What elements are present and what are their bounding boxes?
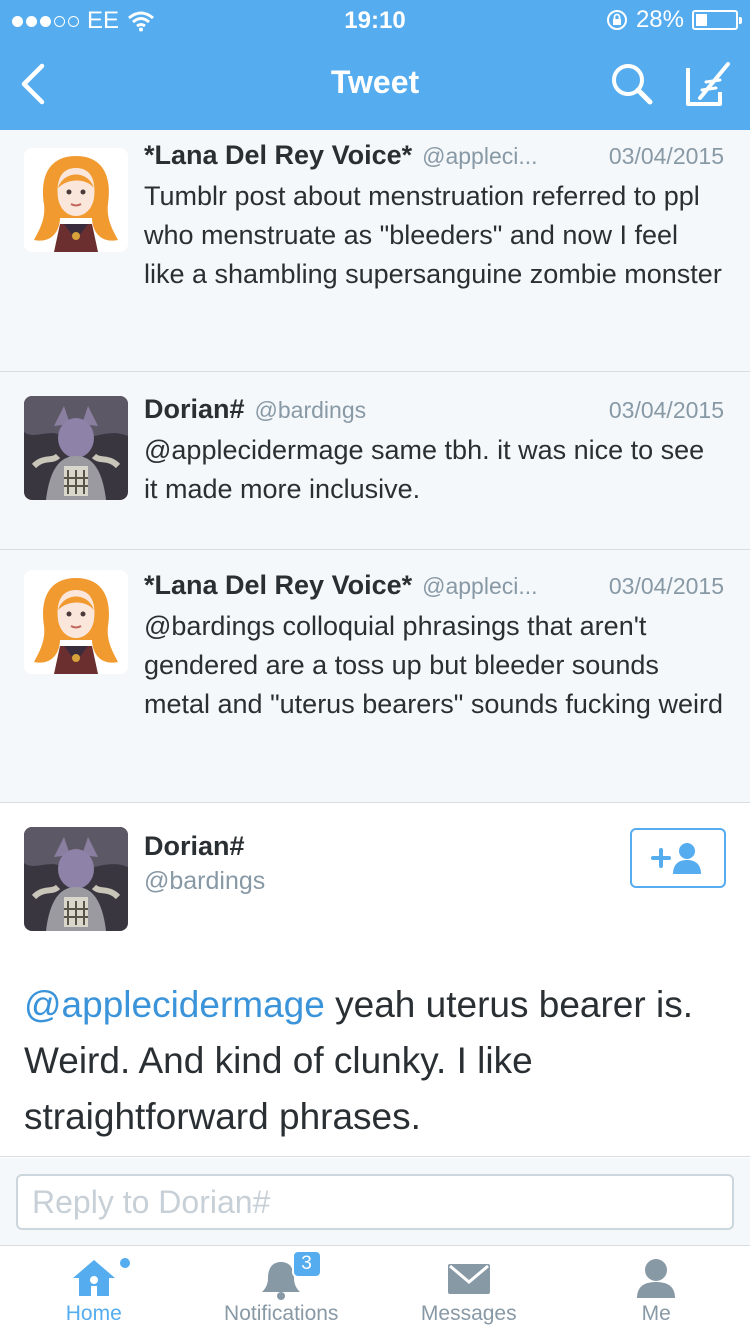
author-handle[interactable]: @appleci... [422, 573, 601, 600]
main-tweet: Dorian# @bardings @applecidermage yeah u… [0, 803, 750, 1157]
author-name[interactable]: *Lana Del Rey Voice* [144, 140, 412, 171]
tweet-date: 03/04/2015 [608, 397, 724, 423]
envelope-icon [447, 1264, 490, 1294]
avatar-image [24, 148, 128, 252]
user-icon [637, 1259, 676, 1298]
battery-fill [696, 14, 707, 26]
battery-percent: 28% [635, 6, 684, 33]
tweet-text: Tumblr post about menstruation referred … [144, 181, 722, 289]
tab-home[interactable]: Home [0, 1246, 188, 1334]
reply-input[interactable] [16, 1174, 734, 1230]
author-handle[interactable]: @bardings [255, 397, 601, 424]
orientation-lock-icon [606, 10, 627, 30]
conversation-tweet[interactable]: *Lana Del Rey Voice* @appleci... 03/04/2… [0, 550, 750, 803]
avatar[interactable] [24, 570, 128, 674]
conversation-tweet[interactable]: *Lana Del Rey Voice* @appleci... 03/04/2… [0, 130, 750, 372]
tweet-text: @applecidermage yeah uterus bearer is. W… [24, 977, 726, 1145]
avatar[interactable] [24, 827, 128, 931]
tab-label: Messages [420, 1302, 517, 1325]
battery-icon [692, 10, 742, 30]
new-content-dot [120, 1258, 130, 1268]
tweet-body: *Lana Del Rey Voice* @appleci... 03/04/2… [144, 140, 724, 294]
author-name[interactable]: Dorian# [144, 831, 245, 862]
notifications-badge: 3 [291, 1250, 322, 1278]
avatar-image [24, 396, 128, 500]
tweet-text: @applecidermage same tbh. it was nice to… [144, 435, 705, 504]
tab-label: Me [641, 1302, 671, 1325]
tweet-date: 03/04/2015 [608, 143, 724, 169]
mention-link[interactable]: @applecidermage [24, 984, 325, 1025]
author-handle[interactable]: @bardings [144, 867, 265, 896]
author-handle[interactable]: @appleci... [422, 143, 601, 170]
conversation-tweet[interactable]: Dorian# @bardings 03/04/2015 @applecider… [0, 372, 750, 550]
tweet-header: Dorian# @bardings 03/04/2015 [144, 394, 724, 428]
avatar[interactable] [24, 396, 128, 500]
author-name[interactable]: *Lana Del Rey Voice* [144, 570, 412, 601]
tweet-body: *Lana Del Rey Voice* @appleci... 03/04/2… [144, 570, 724, 724]
tab-bar: Home 3 Notifications Messages Me [0, 1246, 750, 1334]
author-name[interactable]: Dorian# [144, 394, 245, 425]
tweet-header: *Lana Del Rey Voice* @appleci... 03/04/2… [144, 570, 724, 604]
avatar-image [24, 570, 128, 674]
tab-notifications[interactable]: 3 Notifications [188, 1246, 376, 1334]
tweet-date: 03/04/2015 [608, 573, 724, 599]
reply-bar [0, 1158, 750, 1246]
compose-tweet-icon[interactable] [680, 58, 736, 110]
top-bar: EE 19:10 28% Tweet [0, 0, 750, 130]
tab-messages[interactable]: Messages [375, 1246, 563, 1334]
tab-label: Notifications [224, 1302, 339, 1325]
status-right: 28% [606, 6, 742, 34]
tab-label: Home [65, 1302, 122, 1325]
avatar[interactable] [24, 148, 128, 252]
tweet-text: @bardings colloquial phrasings that aren… [144, 611, 723, 719]
status-bar: EE 19:10 28% [0, 0, 750, 40]
home-icon [72, 1260, 115, 1296]
tweet-body: Dorian# @bardings 03/04/2015 @applecider… [144, 394, 724, 509]
tab-me[interactable]: Me [563, 1246, 750, 1334]
navigation-bar: Tweet [0, 40, 750, 130]
tweet-header: *Lana Del Rey Voice* @appleci... 03/04/2… [144, 140, 724, 174]
search-icon[interactable] [606, 56, 658, 112]
avatar-image [24, 827, 128, 931]
follow-button[interactable] [630, 828, 726, 888]
add-user-icon [651, 843, 701, 874]
